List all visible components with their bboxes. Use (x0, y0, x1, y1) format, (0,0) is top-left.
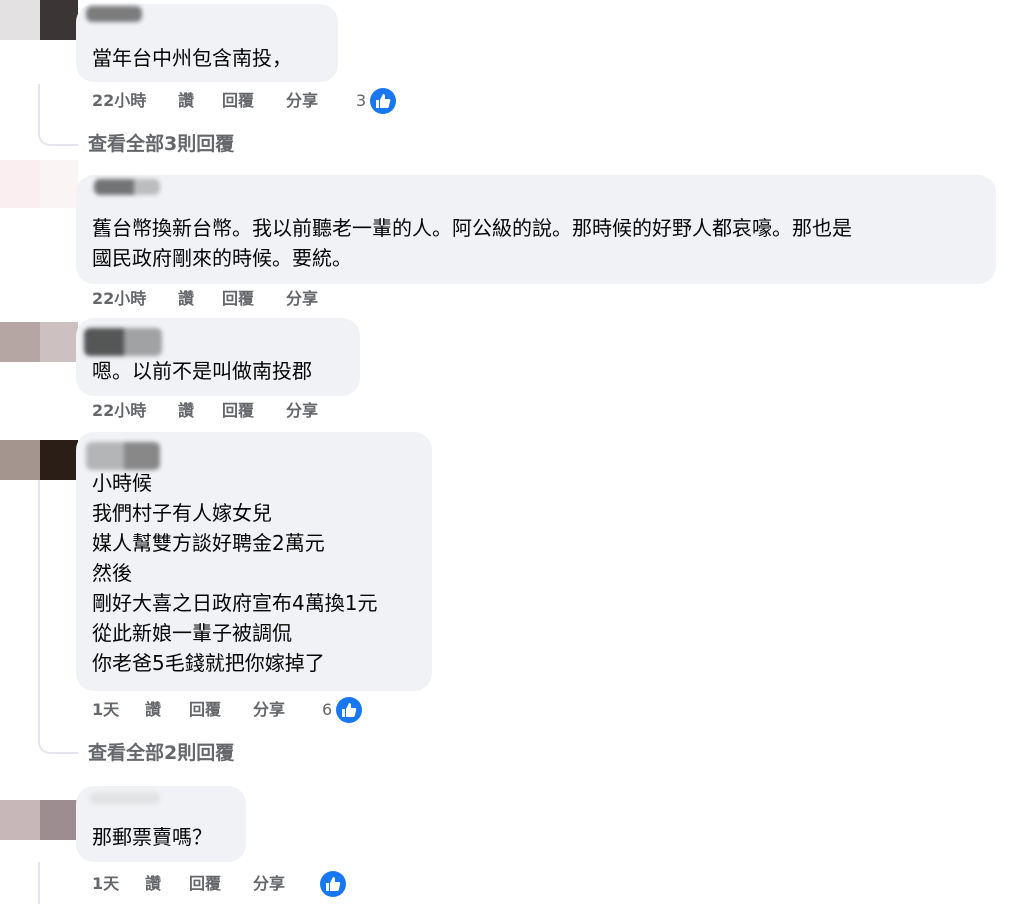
view-all-replies-link[interactable]: 查看全部2則回覆 (88, 740, 234, 766)
share-button[interactable]: 分享 (286, 398, 318, 424)
comment-text-line: 媒人幫雙方談好聘金2萬元 (92, 531, 325, 555)
reply-button[interactable]: 回覆 (222, 286, 254, 312)
comment-timestamp[interactable]: 22小時 (92, 88, 146, 114)
commenter-name-redacted[interactable] (86, 6, 142, 22)
reply-button[interactable]: 回覆 (222, 88, 254, 114)
thread-line (38, 480, 40, 690)
thread-connector (38, 84, 78, 146)
reply-button[interactable]: 回覆 (189, 697, 221, 723)
comment-text: 那郵票賣嗎？ (92, 825, 212, 849)
like-button[interactable]: 讚 (178, 398, 194, 424)
reply-button[interactable]: 回覆 (222, 398, 254, 424)
comment-text-line: 從此新娘一輩子被調侃 (92, 621, 292, 645)
comment-text: 當年台中州包含南投， (92, 46, 292, 70)
comment-timestamp[interactable]: 1天 (92, 697, 119, 723)
comment-text-line: 國民政府剛來的時候。要統。 (92, 246, 352, 270)
like-thumbs-up-icon[interactable] (370, 88, 396, 114)
like-thumbs-up-icon[interactable] (336, 697, 362, 723)
share-button[interactable]: 分享 (286, 88, 318, 114)
share-button[interactable]: 分享 (253, 697, 285, 723)
comment-text-line: 你老爸5毛錢就把你嫁掉了 (92, 651, 325, 675)
comment-text-line: 小時候 (92, 471, 152, 495)
like-button[interactable]: 讚 (178, 88, 194, 114)
commenter-name-redacted[interactable] (84, 328, 162, 356)
comment-actions: 1天 讚 回覆 分享 (92, 871, 392, 897)
like-button[interactable]: 讚 (145, 697, 161, 723)
like-thumbs-up-icon[interactable] (320, 871, 346, 897)
commenter-name-redacted[interactable] (86, 442, 160, 470)
comment-actions: 22小時 讚 回覆 分享 3 (92, 88, 412, 114)
comment-text: 嗯。以前不是叫做南投郡 (92, 359, 312, 383)
comment-text-line: 舊台幣換新台幣。我以前聽老一輩的人。阿公級的說。那時候的好野人都哀嚎。那也是 (92, 216, 852, 240)
comment-text-line: 剛好大喜之日政府宣布4萬換1元 (92, 591, 378, 615)
thread-line (38, 862, 40, 904)
comment-actions: 1天 讚 回覆 分享 6 (92, 697, 392, 723)
comment-text: 小時候 我們村子有人嫁女兒 媒人幫雙方談好聘金2萬元 然後 剛好大喜之日政府宣布… (92, 468, 377, 678)
share-button[interactable]: 分享 (286, 286, 318, 312)
like-button[interactable]: 讚 (178, 286, 194, 312)
comment-text: 舊台幣換新台幣。我以前聽老一輩的人。阿公級的說。那時候的好野人都哀嚎。那也是 國… (92, 213, 852, 273)
avatar[interactable] (0, 160, 78, 208)
thread-connector (38, 690, 78, 754)
share-button[interactable]: 分享 (253, 871, 285, 897)
avatar[interactable] (0, 440, 78, 480)
comment-actions: 22小時 讚 回覆 分享 (92, 286, 352, 312)
like-button[interactable]: 讚 (145, 871, 161, 897)
reaction-count[interactable]: 6 (322, 697, 332, 723)
avatar[interactable] (0, 322, 78, 362)
commenter-name-redacted[interactable] (94, 179, 160, 195)
reply-button[interactable]: 回覆 (189, 871, 221, 897)
view-all-replies-link[interactable]: 查看全部3則回覆 (88, 131, 234, 157)
comment-text-line: 我們村子有人嫁女兒 (92, 501, 272, 525)
comment-actions: 22小時 讚 回覆 分享 (92, 398, 352, 424)
comment-timestamp[interactable]: 22小時 (92, 286, 146, 312)
comment-timestamp[interactable]: 22小時 (92, 398, 146, 424)
comment-timestamp[interactable]: 1天 (92, 871, 119, 897)
avatar[interactable] (0, 800, 78, 840)
avatar[interactable] (0, 0, 78, 40)
commenter-name-redacted[interactable] (90, 792, 160, 804)
reaction-count[interactable]: 3 (356, 88, 366, 114)
comment-text-line: 然後 (92, 561, 132, 585)
